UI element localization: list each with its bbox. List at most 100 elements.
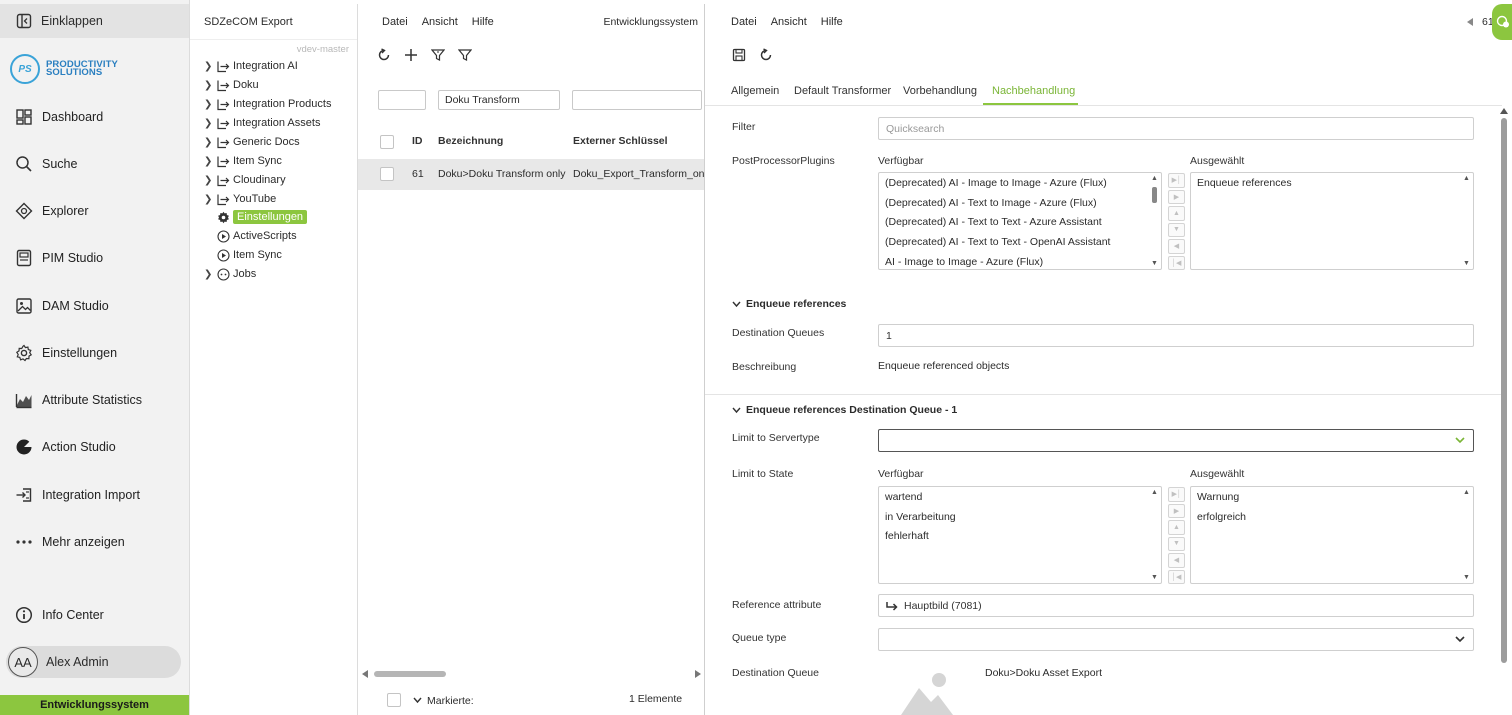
filter-icon[interactable] [458, 48, 472, 62]
nav-item-suche[interactable]: Suche [0, 149, 189, 179]
list-scrollbar[interactable]: ▲ ▼ [1462, 489, 1471, 581]
tab-default-transformer[interactable]: Default Transformer [794, 85, 891, 97]
column-header-name[interactable]: Bezeichnung [438, 135, 503, 147]
plugins-available-list[interactable]: (Deprecated) AI - Image to Image - Azure… [878, 172, 1162, 270]
scroll-down-icon[interactable]: ▼ [1150, 260, 1159, 267]
refresh-icon[interactable] [377, 48, 391, 62]
tree-item-integration-ai[interactable]: ❯ Integration AI [204, 57, 298, 75]
list-item[interactable]: fehlerhaft [879, 526, 1161, 546]
scrollbar-thumb[interactable] [1501, 118, 1507, 663]
list-item[interactable]: AI - Image to Image - Azure (Flux) [879, 252, 1161, 269]
quicksearch-input[interactable]: Quicksearch [878, 117, 1474, 140]
collapse-button[interactable]: Einklappen [0, 4, 189, 38]
section-destination-queue[interactable]: Enqueue references Destination Queue - 1 [732, 404, 957, 416]
scroll-down-icon[interactable]: ▼ [1150, 574, 1159, 581]
move-all-left-button[interactable]: │◀ [1168, 569, 1185, 584]
move-right-button[interactable]: ▶ [1168, 503, 1185, 518]
list-scrollbar[interactable]: ▲ ▼ [1150, 489, 1159, 581]
tree-item-integration-assets[interactable]: ❯ Integration Assets [204, 114, 320, 132]
section-enqueue-references[interactable]: Enqueue references [732, 298, 846, 310]
tree-item-youtube[interactable]: ❯ YouTube [204, 190, 276, 208]
nav-item-action-studio[interactable]: Action Studio [0, 432, 189, 462]
list-scrollbar[interactable]: ▲ ▼ [1150, 175, 1159, 267]
menu-datei[interactable]: Datei [731, 16, 757, 28]
move-right-button[interactable]: ▶ [1168, 189, 1185, 204]
nav-item-dashboard[interactable]: Dashboard [0, 102, 189, 132]
list-item[interactable]: (Deprecated) AI - Text to Text - Azure A… [879, 212, 1161, 232]
state-available-list[interactable]: wartend in Verarbeitung fehlerhaft ▲ ▼ [878, 486, 1162, 584]
nav-item-info-center[interactable]: Info Center [0, 600, 189, 630]
scroll-down-icon[interactable]: ▼ [1462, 260, 1471, 267]
menu-ansicht[interactable]: Ansicht [422, 16, 458, 28]
scroll-up-icon[interactable]: ▲ [1150, 175, 1159, 182]
chevron-right-icon[interactable]: ❯ [204, 61, 214, 72]
list-scrollbar[interactable]: ▲ ▼ [1462, 175, 1471, 267]
list-item[interactable]: (Deprecated) AI - Text to Text - OpenAI … [879, 232, 1161, 252]
plugins-selected-list[interactable]: Enqueue references ▲ ▼ [1190, 172, 1474, 270]
filter-name-input[interactable]: Doku Transform [438, 90, 560, 110]
collapse-left-icon[interactable] [1467, 18, 1473, 26]
tree-item-item-sync[interactable]: Item Sync [204, 246, 282, 264]
scroll-left-icon[interactable] [362, 670, 368, 678]
list-item[interactable]: Warnung [1191, 487, 1473, 507]
menu-hilfe[interactable]: Hilfe [472, 16, 494, 28]
scroll-down-icon[interactable]: ▼ [1462, 574, 1471, 581]
tree-item-generic-docs[interactable]: ❯ Generic Docs [204, 133, 300, 151]
chevron-right-icon[interactable]: ❯ [204, 80, 214, 91]
nav-item-dam-studio[interactable]: DAM Studio [0, 291, 189, 321]
tab-vorbehandlung[interactable]: Vorbehandlung [903, 85, 977, 97]
chevron-right-icon[interactable]: ❯ [204, 194, 214, 205]
tree-item-doku[interactable]: ❯ Doku [204, 76, 259, 94]
refresh-icon[interactable] [759, 48, 773, 62]
move-down-button[interactable]: ▼ [1168, 222, 1185, 237]
list-item[interactable]: wartend [879, 487, 1161, 507]
user-menu[interactable]: AA Alex Admin [6, 646, 181, 678]
list-item[interactable]: erfolgreich [1191, 507, 1473, 527]
column-header-id[interactable]: ID [412, 135, 423, 147]
scroll-up-icon[interactable]: ▲ [1150, 489, 1159, 496]
chevron-right-icon[interactable]: ❯ [204, 99, 214, 110]
state-selected-list[interactable]: Warnung erfolgreich ▲ ▼ [1190, 486, 1474, 584]
reference-attribute-field[interactable]: Hauptbild (7081) [878, 594, 1474, 617]
scroll-up-icon[interactable]: ▲ [1462, 489, 1471, 496]
tab-nachbehandlung[interactable]: Nachbehandlung [992, 85, 1075, 97]
chevron-right-icon[interactable]: ❯ [204, 118, 214, 129]
scroll-up-icon[interactable]: ▲ [1462, 175, 1471, 182]
tab-allgemein[interactable]: Allgemein [731, 85, 779, 97]
move-all-right-button[interactable]: ▶│ [1168, 173, 1185, 188]
tree-item-cloudinary[interactable]: ❯ Cloudinary [204, 171, 286, 189]
tree-item-integration-products[interactable]: ❯ Integration Products [204, 95, 331, 113]
scrollbar-thumb[interactable] [1152, 187, 1157, 203]
nav-item-einstellungen[interactable]: Einstellungen [0, 338, 189, 368]
scroll-right-icon[interactable] [695, 670, 701, 678]
move-up-button[interactable]: ▲ [1168, 520, 1185, 535]
save-icon[interactable] [732, 48, 746, 62]
list-item[interactable]: (Deprecated) AI - Text to Image - Azure … [879, 193, 1161, 213]
footer-checkbox[interactable] [387, 693, 401, 707]
nav-item-attribute-statistics[interactable]: Attribute Statistics [0, 385, 189, 415]
filter-settings-icon[interactable] [431, 48, 445, 62]
list-item[interactable]: Enqueue references [1191, 173, 1473, 193]
vertical-scrollbar[interactable] [1500, 108, 1508, 663]
destination-queue-value[interactable]: Doku>Doku Asset Export [985, 667, 1102, 679]
tree-item-einstellungen[interactable]: Einstellungen [204, 208, 308, 226]
nav-item-pim-studio[interactable]: PIM Studio [0, 243, 189, 273]
move-left-button[interactable]: ◀ [1168, 239, 1185, 254]
move-down-button[interactable]: ▼ [1168, 536, 1185, 551]
chevron-right-icon[interactable]: ❯ [204, 137, 214, 148]
scrollbar-thumb[interactable] [374, 671, 446, 677]
move-all-right-button[interactable]: ▶│ [1168, 487, 1185, 502]
nav-item-explorer[interactable]: Explorer [0, 196, 189, 226]
move-all-left-button[interactable]: │◀ [1168, 255, 1185, 270]
nav-item-mehr-anzeigen[interactable]: Mehr anzeigen [0, 527, 189, 557]
filter-key-input[interactable] [572, 90, 702, 110]
chat-button[interactable] [1492, 4, 1512, 40]
menu-hilfe[interactable]: Hilfe [821, 16, 843, 28]
chevron-right-icon[interactable]: ❯ [204, 175, 214, 186]
move-up-button[interactable]: ▲ [1168, 206, 1185, 221]
destination-queues-input[interactable]: 1 [878, 324, 1474, 347]
menu-ansicht[interactable]: Ansicht [771, 16, 807, 28]
tree-item-item-sync-folder[interactable]: ❯ Item Sync [204, 152, 282, 170]
select-all-checkbox[interactable] [380, 135, 394, 149]
tree-item-jobs[interactable]: ❯ Jobs [204, 265, 256, 283]
